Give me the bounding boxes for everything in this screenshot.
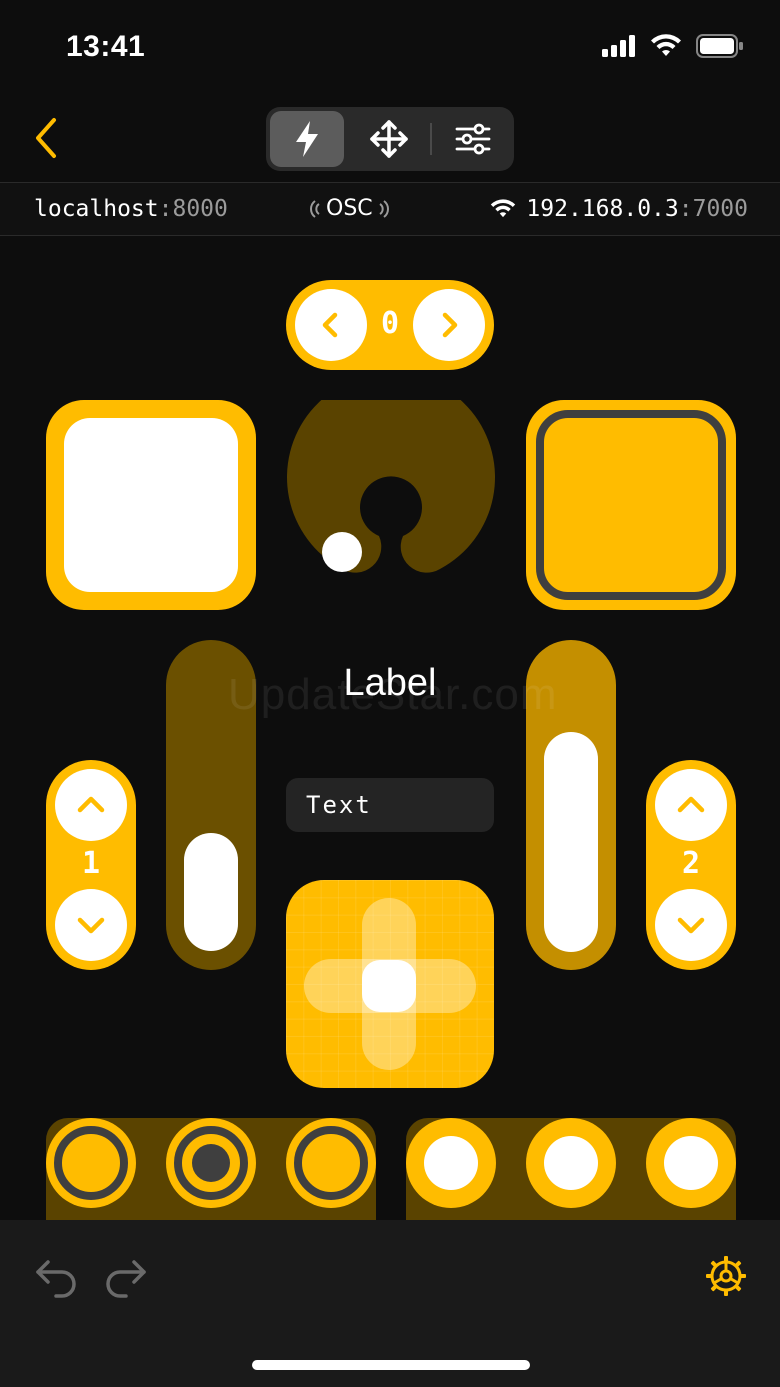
move-arrows-icon <box>370 120 408 158</box>
stepper-value: 2 <box>681 846 701 881</box>
wifi-icon <box>651 34 681 56</box>
radio-option[interactable] <box>526 1118 616 1208</box>
stepper-up-button[interactable] <box>55 769 127 841</box>
stepper-down-button[interactable] <box>55 889 127 961</box>
radio-group-1 <box>46 1118 376 1222</box>
radio-group-2 <box>406 1118 736 1222</box>
knob-thumb <box>322 532 362 572</box>
remote-address[interactable]: 192.168.0.3:7000 <box>490 196 748 222</box>
settings-button[interactable] <box>704 1254 748 1298</box>
chevron-up-icon <box>77 796 105 813</box>
toggle-pad[interactable] <box>526 400 736 610</box>
vertical-stepper-1: 1 <box>46 760 136 970</box>
slider-thumb[interactable] <box>544 732 598 952</box>
undo-icon <box>36 1260 76 1298</box>
chevron-right-icon <box>442 312 458 338</box>
mode-settings-button[interactable] <box>436 111 510 167</box>
cellular-signal-icon <box>602 35 635 57</box>
battery-icon <box>696 34 743 58</box>
back-button[interactable] <box>28 116 68 160</box>
radio-option[interactable] <box>46 1118 136 1208</box>
mode-segmented-control <box>266 107 514 171</box>
toggle-pad-border <box>536 410 726 600</box>
rotary-knob[interactable] <box>286 373 496 600</box>
home-indicator[interactable] <box>252 1360 530 1370</box>
mode-move-button[interactable] <box>352 111 426 167</box>
stepper-up-button[interactable] <box>655 769 727 841</box>
text-field[interactable]: Text <box>286 778 494 832</box>
protocol-indicator[interactable]: OSC <box>308 196 391 221</box>
segment-divider <box>430 123 432 155</box>
xy-pad[interactable] <box>286 880 494 1088</box>
connection-bar: localhost:8000 OSC 192.168.0.3:7000 <box>0 182 780 236</box>
pad-pressed-indicator <box>64 418 238 592</box>
push-button-pad[interactable] <box>46 400 256 610</box>
broadcast-left-icon <box>310 199 320 218</box>
status-time: 13:41 <box>66 30 146 63</box>
vertical-stepper-2: 2 <box>646 760 736 970</box>
undo-button[interactable] <box>34 1256 80 1300</box>
protocol-label: OSC <box>326 196 373 221</box>
redo-button[interactable] <box>102 1256 148 1300</box>
radio-option[interactable] <box>406 1118 496 1208</box>
radio-option[interactable] <box>646 1118 736 1208</box>
local-port: :8000 <box>158 196 228 222</box>
radio-option-selected[interactable] <box>166 1118 256 1208</box>
chevron-up-icon <box>677 796 705 813</box>
slider-thumb[interactable] <box>184 833 238 951</box>
redo-icon <box>106 1260 146 1298</box>
status-icons <box>602 34 744 58</box>
broadcast-right-icon <box>378 199 389 218</box>
label-control[interactable]: Label <box>286 662 494 705</box>
knob-track <box>287 373 495 573</box>
chevron-left-icon <box>36 118 56 158</box>
remote-host: 192.168.0.3 <box>526 196 679 222</box>
radio-option[interactable] <box>286 1118 376 1208</box>
stepper-value: 1 <box>81 846 101 881</box>
bolt-icon <box>296 121 318 157</box>
local-host: localhost <box>34 196 159 222</box>
gear-icon <box>706 1256 746 1296</box>
chevron-down-icon <box>77 917 105 934</box>
stepper-increment-button[interactable] <box>413 289 485 361</box>
horizontal-stepper: 0 <box>286 280 494 370</box>
chevron-down-icon <box>677 917 705 934</box>
xy-pad-crosshair <box>304 898 476 1070</box>
vertical-slider-2[interactable] <box>526 640 616 970</box>
local-address[interactable]: localhost:8000 <box>34 196 228 222</box>
mode-perform-button[interactable] <box>270 111 344 167</box>
remote-port: :7000 <box>678 196 748 222</box>
wifi-icon <box>491 199 516 218</box>
stepper-down-button[interactable] <box>655 889 727 961</box>
vertical-slider-1[interactable] <box>166 640 256 970</box>
sliders-icon <box>455 123 491 155</box>
